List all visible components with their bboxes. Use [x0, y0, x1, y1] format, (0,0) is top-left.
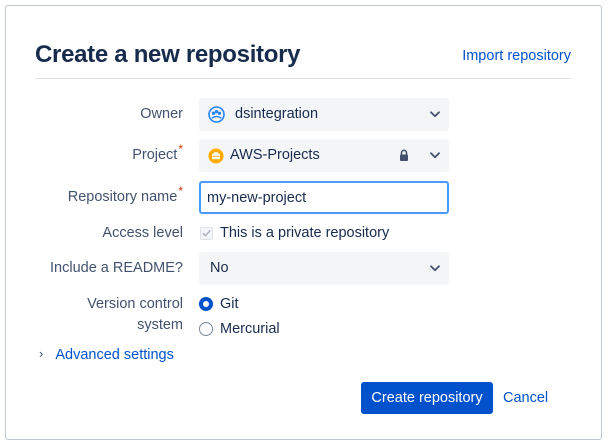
checkmark-icon: [202, 230, 211, 237]
chevron-down-icon: [430, 152, 440, 159]
readme-select[interactable]: No: [199, 252, 449, 285]
repository-name-label: Repository name*: [67, 184, 183, 205]
owner-value: dsintegration: [235, 106, 319, 122]
chevron-right-icon: ›: [39, 346, 44, 361]
required-marker: *: [178, 184, 183, 198]
private-repository-checkbox-label: This is a private repository: [220, 225, 390, 241]
chevron-down-icon: [430, 265, 440, 272]
create-repository-button[interactable]: Create repository: [361, 382, 493, 414]
owner-select[interactable]: dsintegration: [199, 98, 449, 131]
team-avatar-icon: [208, 106, 225, 123]
access-level-label: Access level: [102, 225, 183, 241]
version-control-label-line1: Version control: [87, 296, 183, 312]
mercurial-radio-label: Mercurial: [220, 321, 280, 337]
project-label: Project*: [132, 142, 183, 163]
cancel-button[interactable]: Cancel: [499, 382, 552, 414]
project-avatar-icon: [208, 148, 224, 164]
mercurial-radio[interactable]: [199, 322, 213, 336]
advanced-settings-toggle[interactable]: › Advanced settings: [39, 346, 174, 363]
readme-value: No: [210, 260, 229, 276]
version-control-label-line2: system: [137, 317, 183, 333]
private-repository-checkbox[interactable]: [200, 227, 213, 240]
project-select[interactable]: AWS-Projects: [199, 139, 449, 172]
advanced-settings-label: Advanced settings: [55, 347, 174, 363]
project-value: AWS-Projects: [230, 147, 320, 163]
lock-icon: [400, 149, 408, 161]
import-repository-link[interactable]: Import repository: [462, 48, 571, 64]
owner-label: Owner: [140, 106, 183, 122]
readme-label: Include a README?: [50, 260, 183, 276]
git-radio[interactable]: [199, 297, 213, 311]
header-divider: [35, 78, 571, 79]
git-radio-label: Git: [220, 296, 239, 312]
repository-name-input[interactable]: [199, 181, 449, 214]
create-repository-dialog: Create a new repository Import repositor…: [5, 5, 602, 440]
required-marker: *: [178, 142, 183, 156]
chevron-down-icon: [430, 111, 440, 118]
dialog-title: Create a new repository: [35, 41, 301, 68]
